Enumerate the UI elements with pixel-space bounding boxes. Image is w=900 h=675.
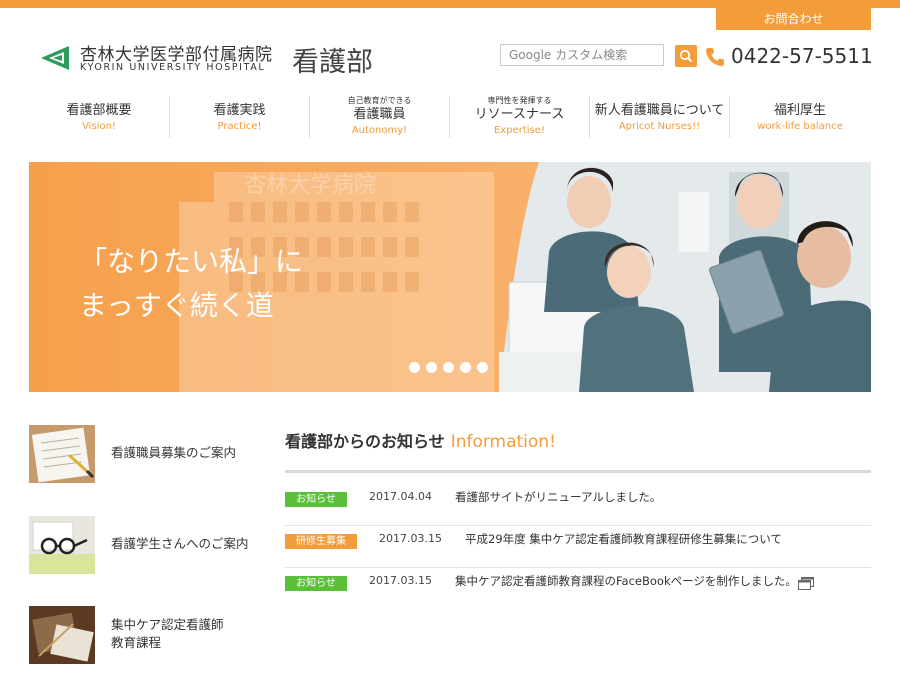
slider-dot[interactable]: [477, 362, 488, 373]
sidebar-label: 看護学生さんへのご案内: [111, 536, 249, 551]
nav-item-new-nurses[interactable]: 新人看護職員について Apricot Nurses!!: [589, 96, 729, 138]
hero-catchphrase: 「なりたい私」に まっすぐ続く道: [79, 240, 303, 328]
news-divider: [285, 470, 871, 473]
news-heading: 看護部からのお知らせ Information!: [285, 428, 556, 452]
nav-label-en: work-life balance: [757, 121, 843, 132]
news-item: お知らせ 2017.03.15 集中ケア認定看護師教育課程のFaceBookペー…: [285, 567, 871, 609]
nav-label: 看護部概要: [66, 103, 132, 118]
sidebar-label: 集中ケア認定看護師 教育課程: [111, 616, 224, 652]
contact-button[interactable]: お問合わせ: [716, 8, 871, 30]
students-thumbnail: [29, 516, 95, 574]
phone-icon: [706, 48, 724, 66]
sidebar-label-line-1: 集中ケア認定看護師: [111, 617, 224, 632]
nav-item-welfare[interactable]: 福利厚生 work-life balance: [729, 96, 870, 138]
nav-label: リソースナース: [474, 107, 565, 122]
sidebar-label: 看護職員募集のご案内: [111, 445, 237, 460]
nav-item-vision[interactable]: 看護部概要 Vision!: [29, 96, 169, 138]
building-sign: 杏林大学病院: [244, 173, 376, 198]
hero-line-1: 「なりたい私」に: [79, 245, 304, 278]
news-badge: お知らせ: [285, 492, 347, 507]
news-item: 研修生募集 2017.03.15 平成29年度 集中ケア認定看護師教育課程研修生…: [285, 525, 871, 568]
nav-sublabel: 専門性を発揮する: [487, 96, 552, 105]
nav-sublabel: 自己教育ができる: [347, 96, 412, 105]
nav-item-practice[interactable]: 看護実践 Practice!: [169, 96, 309, 138]
logo-text-en: KYORIN UNIVERSITY HOSPITAL: [80, 62, 266, 73]
external-window-icon: [798, 577, 814, 590]
nav-item-expertise[interactable]: 専門性を発揮する リソースナース Expertise!: [449, 96, 589, 138]
news-badge: 研修生募集: [285, 534, 357, 549]
sidebar-item-recruitment[interactable]: 看護職員募集のご案内: [29, 425, 269, 485]
news-date: 2017.03.15: [379, 532, 442, 545]
nav-label-en: Expertise!: [494, 125, 545, 136]
nav-label: 福利厚生: [773, 103, 826, 118]
search-input[interactable]: [500, 44, 664, 66]
news-link[interactable]: 看護部サイトがリニューアルしました。: [455, 489, 661, 505]
nav-label-en: Autonomy!: [351, 125, 408, 136]
recruitment-thumbnail: [29, 425, 95, 483]
news-link[interactable]: 平成29年度 集中ケア認定看護師教育課程研修生募集について: [465, 531, 782, 547]
nav-label-en: Apricot Nurses!!: [618, 121, 701, 132]
nav-label: 新人看護職員について: [594, 103, 725, 118]
nav-label: 看護実践: [213, 103, 266, 118]
search-icon: [679, 49, 693, 63]
news-heading-en: Information!: [450, 432, 556, 452]
slider-dot[interactable]: [460, 362, 471, 373]
logo-mark-icon: [41, 46, 69, 70]
search-button[interactable]: [675, 45, 697, 67]
news-badge: お知らせ: [285, 576, 347, 591]
hero-line-2: まっすぐ続く道: [79, 289, 274, 322]
sidebar-item-critical-care[interactable]: 集中ケア認定看護師 教育課程: [29, 606, 269, 666]
sidebar-label-line-2: 教育課程: [111, 635, 162, 650]
department-title: 看護部: [292, 47, 373, 78]
hero-slider[interactable]: 杏林大学病院 「なりたい私」に まっすぐ続く道: [29, 162, 871, 392]
news-date: 2017.03.15: [369, 574, 432, 587]
top-accent-bar: [0, 0, 900, 8]
news-heading-jp: 看護部からのお知らせ: [285, 432, 445, 451]
nav-item-autonomy[interactable]: 自己教育ができる 看護職員 Autonomy!: [309, 96, 449, 138]
slider-dot[interactable]: [443, 362, 454, 373]
news-link[interactable]: 集中ケア認定看護師教育課程のFaceBookページを制作しました。: [455, 573, 797, 589]
news-item: お知らせ 2017.04.04 看護部サイトがリニューアルしました。: [285, 483, 871, 526]
phone-number[interactable]: 0422-57-5511: [731, 44, 873, 68]
nav-label-en: Vision!: [82, 121, 116, 132]
main-nav: 看護部概要 Vision! 看護実践 Practice! 自己教育ができる 看護…: [29, 96, 870, 138]
nav-label-en: Practice!: [217, 121, 262, 132]
critical-care-thumbnail: [29, 606, 95, 664]
slider-dot[interactable]: [426, 362, 437, 373]
nav-label: 看護職員: [353, 107, 406, 122]
slider-dot[interactable]: [409, 362, 420, 373]
news-date: 2017.04.04: [369, 490, 432, 503]
sidebar-item-students[interactable]: 看護学生さんへのご案内: [29, 516, 269, 576]
